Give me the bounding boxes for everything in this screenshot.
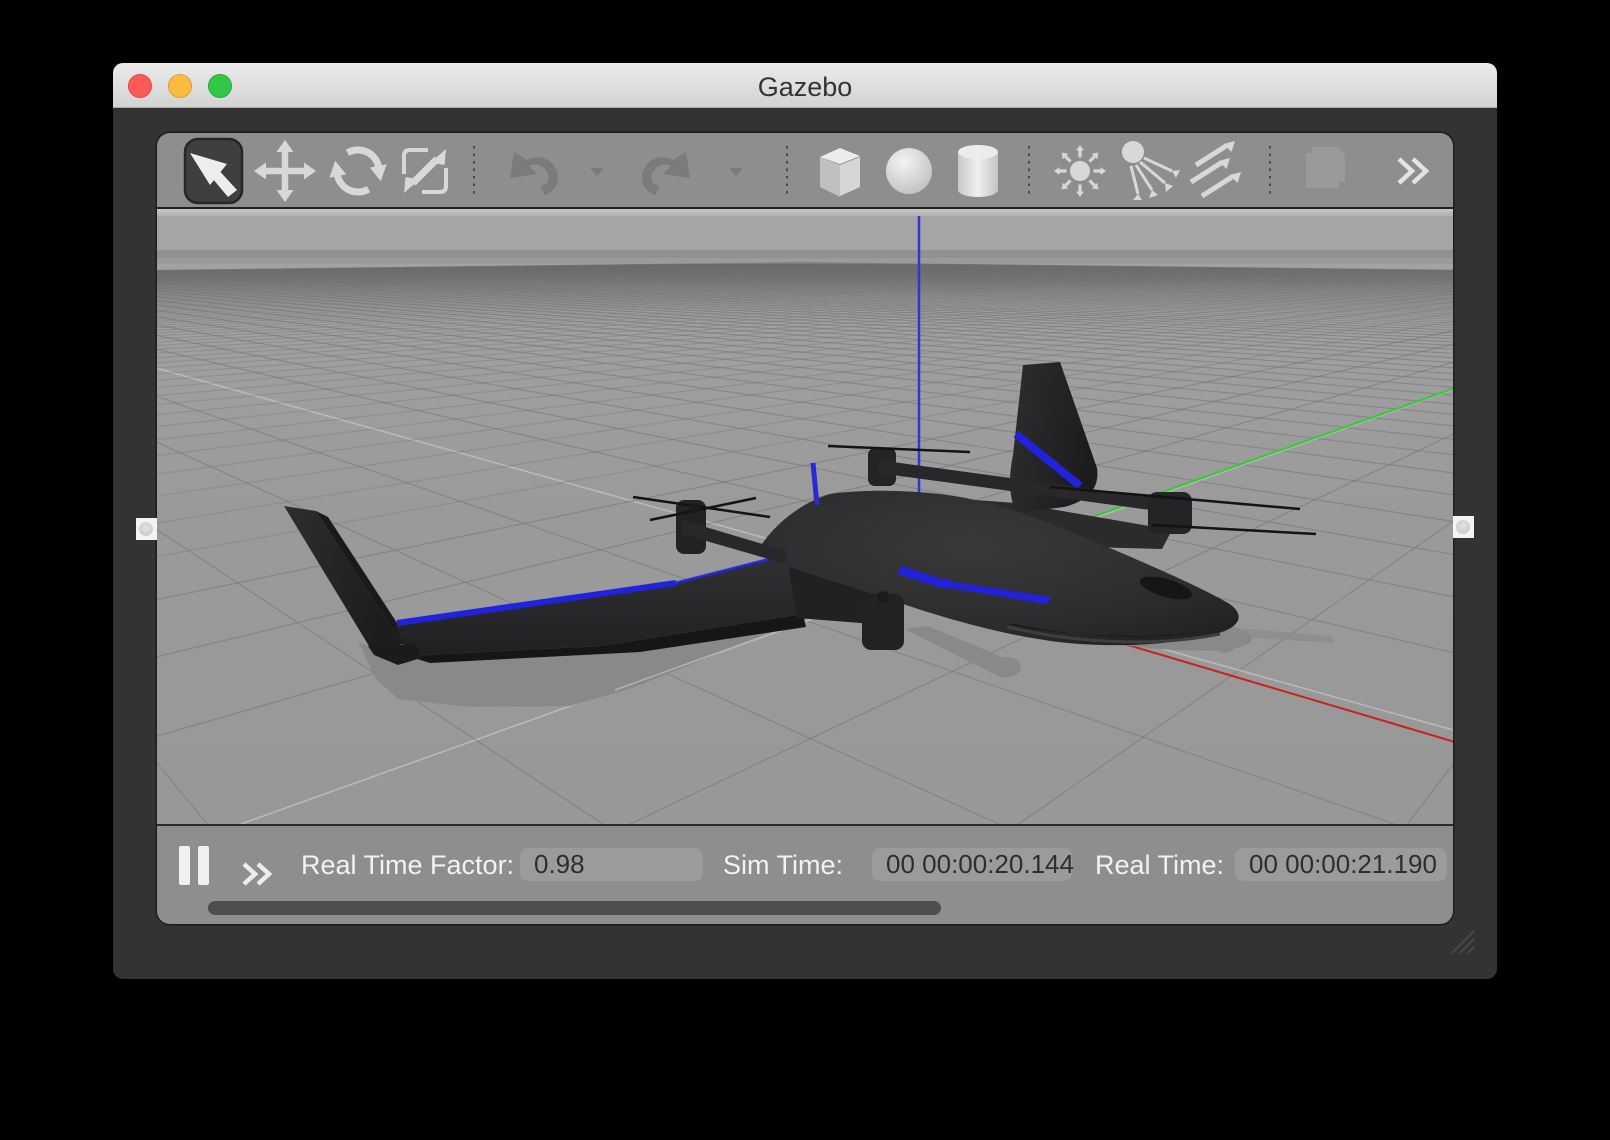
svg-text:Sim Time:: Sim Time:: [723, 850, 843, 880]
svg-text:0.98: 0.98: [534, 849, 585, 879]
svg-text:Real Time:: Real Time:: [1095, 850, 1224, 880]
svg-text:00 00:00:21.190: 00 00:00:21.190: [1249, 849, 1437, 879]
svg-text:00 00:00:20.144: 00 00:00:20.144: [886, 849, 1074, 879]
svg-text:Real Time Factor:: Real Time Factor:: [301, 850, 514, 880]
